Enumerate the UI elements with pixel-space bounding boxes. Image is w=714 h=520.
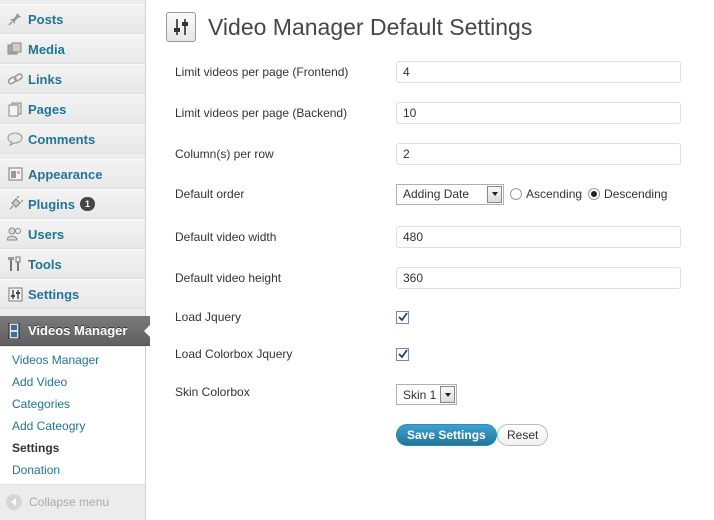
setting-label: Default video width <box>175 230 277 244</box>
appearance-icon <box>6 165 24 183</box>
submenu-categories[interactable]: Categories <box>0 393 145 415</box>
sidebar-item-label: Appearance <box>28 166 103 182</box>
plugin-icon <box>6 195 24 213</box>
admin-sidebar: Posts Media Links Pages Comments Appeara… <box>0 0 151 520</box>
film-icon <box>6 322 22 339</box>
videos-manager-submenu: Videos Manager Add Video Categories Add … <box>0 347 145 485</box>
media-icon <box>6 40 24 58</box>
settings-sliders-icon <box>166 12 196 42</box>
tools-icon <box>6 255 24 273</box>
radio-label: Descending <box>604 187 668 201</box>
load-colorbox-checkbox[interactable] <box>396 347 409 361</box>
setting-label: Load Jquery <box>175 310 242 324</box>
checkmark-icon <box>397 312 408 322</box>
submenu-add-category[interactable]: Add Cateogry <box>0 415 145 437</box>
default-order-select[interactable]: Adding Date <box>396 183 504 205</box>
save-settings-button[interactable]: Save Settings <box>396 424 497 446</box>
limit-frontend-input[interactable] <box>396 61 681 83</box>
settings-icon <box>6 285 24 303</box>
columns-per-row-input[interactable] <box>396 143 681 165</box>
sidebar-item-label: Links <box>28 71 62 87</box>
radio-button <box>510 188 522 200</box>
sidebar-item-plugins[interactable]: Plugins 1 <box>0 189 145 219</box>
setting-row-height: Default video height <box>175 266 695 290</box>
submenu-add-video[interactable]: Add Video <box>0 371 145 393</box>
submenu-donation[interactable]: Donation <box>0 459 145 481</box>
reset-button[interactable]: Reset <box>497 424 549 446</box>
sidebar-item-videos-manager[interactable]: Videos Manager <box>0 316 151 346</box>
sidebar-item-label: Videos Manager <box>28 323 128 338</box>
pin-icon <box>6 10 24 28</box>
setting-row-width: Default video width <box>175 225 695 249</box>
setting-label: Load Colorbox Jquery <box>175 347 293 361</box>
descending-radio[interactable]: Descending <box>588 187 667 201</box>
sidebar-item-label: Tools <box>28 256 62 272</box>
update-count-badge: 1 <box>79 197 95 211</box>
users-icon <box>6 225 24 243</box>
page-header: Video Manager Default Settings <box>166 12 532 42</box>
sidebar-item-label: Pages <box>28 101 67 117</box>
setting-label: Skin Colorbox <box>175 385 250 399</box>
setting-label: Column(s) per row <box>175 147 274 161</box>
submenu-settings[interactable]: Settings <box>0 437 145 459</box>
select-value: Adding Date <box>403 187 470 201</box>
ascending-radio[interactable]: Ascending <box>510 187 582 201</box>
load-jquery-checkbox[interactable] <box>396 310 409 324</box>
page-title: Video Manager Default Settings <box>208 13 533 40</box>
setting-row-limit-frontend: Limit videos per page (Frontend) <box>175 60 695 84</box>
collapse-menu-button[interactable]: Collapse menu <box>6 494 109 510</box>
sidebar-item-settings[interactable]: Settings <box>0 279 145 309</box>
sidebar-item-label: Comments <box>28 131 96 147</box>
radio-label: Ascending <box>526 187 583 201</box>
pages-icon <box>6 100 24 118</box>
limit-backend-input[interactable] <box>396 102 681 124</box>
checkmark-icon <box>397 349 408 359</box>
sidebar-item-label: Settings <box>28 286 80 302</box>
setting-row-order: Default order Adding Date Ascending Desc… <box>175 182 695 206</box>
sidebar-item-media[interactable]: Media <box>0 34 145 64</box>
sidebar-item-label: Plugins <box>28 196 75 212</box>
sidebar-item-posts[interactable]: Posts <box>0 4 145 34</box>
collapse-menu-label: Collapse menu <box>29 495 110 509</box>
radio-button <box>588 188 601 200</box>
skin-colorbox-select[interactable]: Skin 1 <box>396 384 458 405</box>
video-width-input[interactable] <box>396 226 681 248</box>
setting-label: Default video height <box>175 271 282 285</box>
setting-row-limit-backend: Limit videos per page (Backend) <box>175 101 695 125</box>
sidebar-item-users[interactable]: Users <box>0 219 145 249</box>
sidebar-item-pages[interactable]: Pages <box>0 94 145 124</box>
comment-icon <box>6 130 24 148</box>
sidebar-item-links[interactable]: Links <box>0 64 145 94</box>
setting-label: Default order <box>175 187 245 201</box>
chevron-down-icon <box>440 386 456 403</box>
sidebar-item-label: Posts <box>28 11 64 27</box>
sidebar-item-tools[interactable]: Tools <box>0 249 145 279</box>
sidebar-item-label: Media <box>28 41 65 57</box>
setting-row-columns: Column(s) per row <box>175 142 695 166</box>
sidebar-item-label: Users <box>28 226 65 242</box>
setting-row-skin: Skin Colorbox Skin 1 <box>175 380 695 405</box>
collapse-arrow-icon <box>6 494 22 510</box>
sidebar-item-appearance[interactable]: Appearance <box>0 159 145 189</box>
setting-label: Limit videos per page (Backend) <box>175 106 348 120</box>
setting-row-load-jquery: Load Jquery <box>175 305 695 329</box>
select-value: Skin 1 <box>403 387 437 402</box>
setting-label: Limit videos per page (Frontend) <box>175 65 349 79</box>
setting-row-load-colorbox: Load Colorbox Jquery <box>175 342 695 366</box>
link-icon <box>6 70 24 88</box>
chevron-down-icon <box>487 185 502 203</box>
submenu-videos-manager[interactable]: Videos Manager <box>0 349 145 371</box>
sidebar-item-comments[interactable]: Comments <box>0 124 145 154</box>
video-height-input[interactable] <box>396 267 681 289</box>
